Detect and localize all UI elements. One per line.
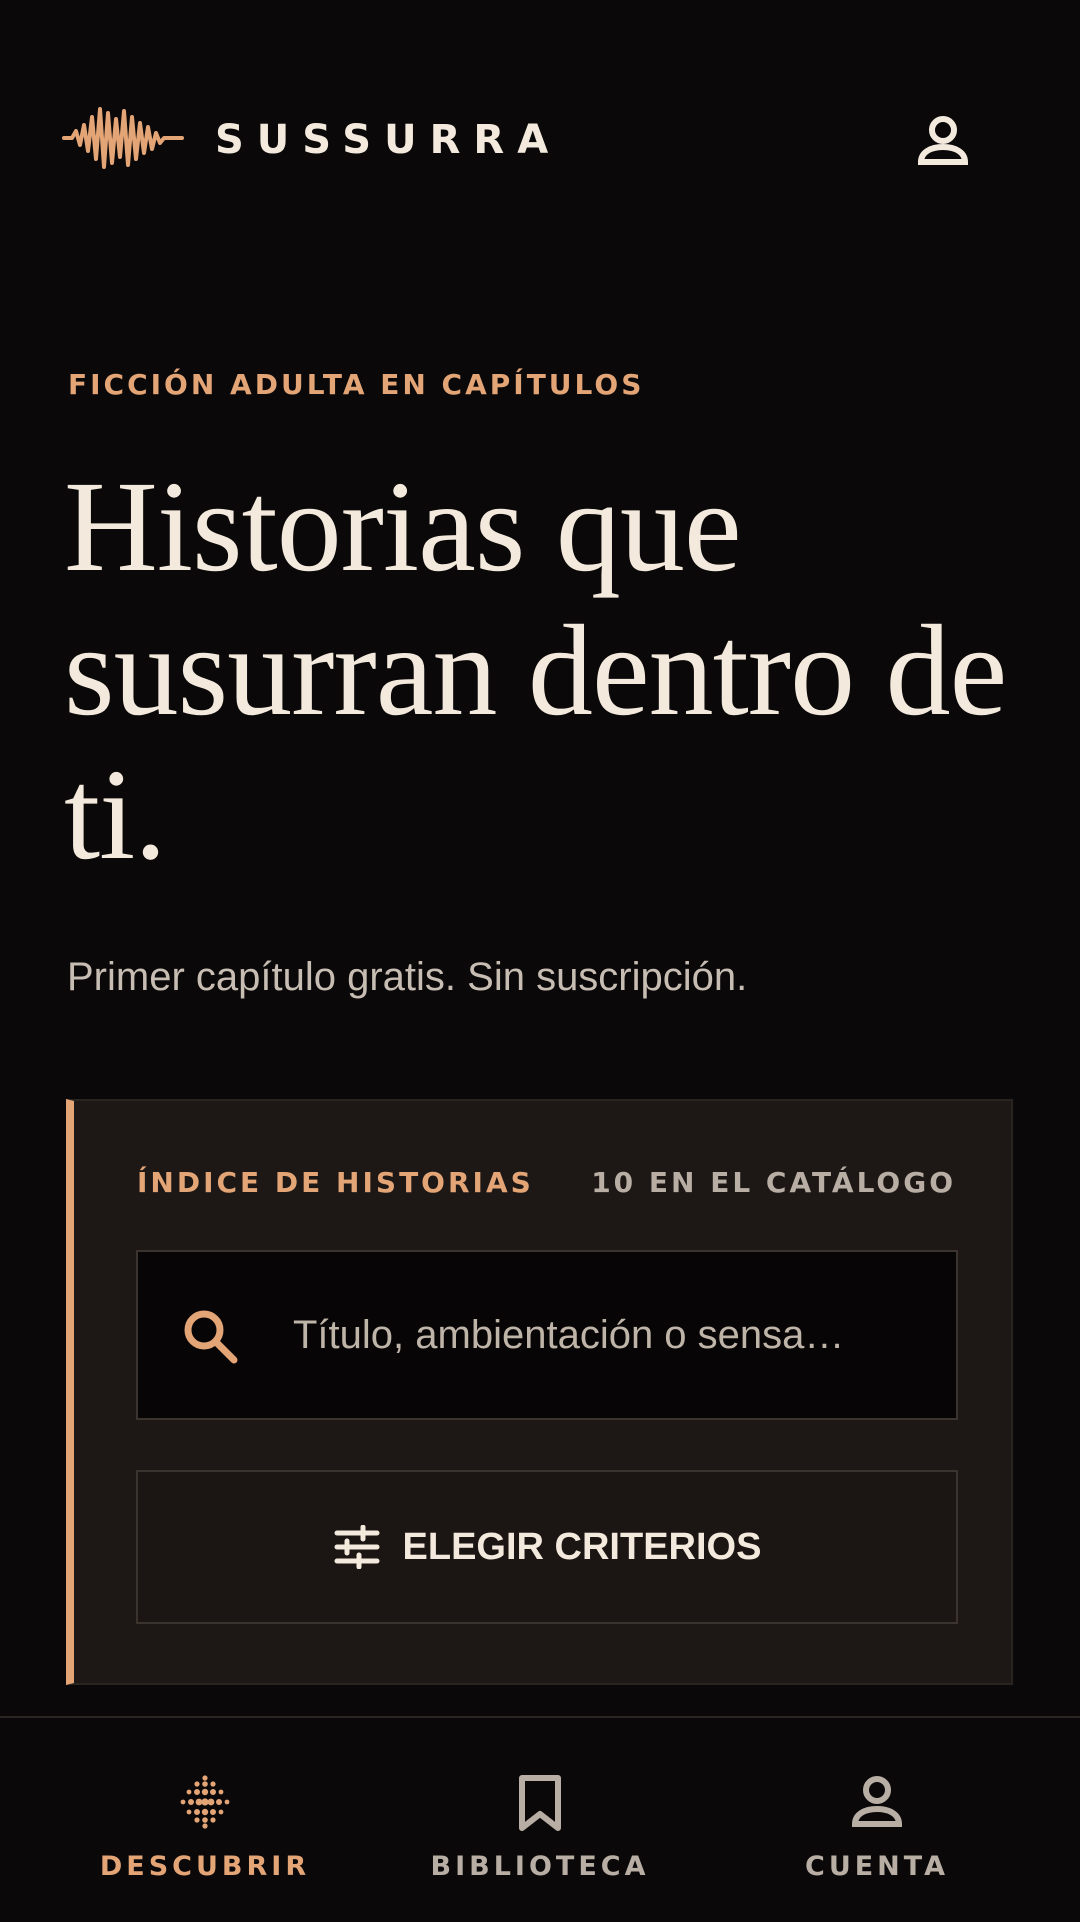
bottom-nav: DESCUBRIR BIBLIOTECA CUENTA: [0, 1716, 1080, 1922]
waveform-icon: [62, 107, 184, 169]
search-input[interactable]: [293, 1252, 933, 1418]
app-header: SUSSURRA: [0, 0, 1080, 280]
hero-eyebrow: FICCIÓN ADULTA EN CAPÍTULOS: [68, 368, 645, 401]
account-button[interactable]: [905, 108, 981, 174]
index-label: ÍNDICE DE HISTORIAS: [137, 1166, 534, 1199]
nav-item-biblioteca[interactable]: BIBLIOTECA: [370, 1718, 710, 1922]
user-icon: [917, 116, 969, 165]
hero-title: Historias que susurran dentro de ti.: [64, 455, 1007, 887]
dot-grid-icon: [180, 1775, 230, 1829]
hero-subtitle: Primer capítulo gratis. Sin suscripción.: [67, 955, 748, 999]
choose-criteria-button[interactable]: ELEGIR CRITERIOS: [136, 1470, 958, 1624]
nav-label-cuenta: CUENTA: [805, 1851, 949, 1882]
sliders-icon: [334, 1525, 380, 1569]
nav-label-biblioteca: BIBLIOTECA: [430, 1851, 650, 1882]
catalog-count: 10 EN EL CATÁLOGO: [591, 1166, 956, 1199]
user-icon: [851, 1776, 903, 1827]
search-icon: [184, 1310, 238, 1364]
bookmark-icon: [519, 1775, 561, 1831]
nav-label-descubrir: DESCUBRIR: [99, 1851, 311, 1882]
story-index-card: ÍNDICE DE HISTORIAS 10 EN EL CATÁLOGO EL…: [66, 1099, 1013, 1685]
nav-item-descubrir[interactable]: DESCUBRIR: [35, 1718, 375, 1922]
brand-name[interactable]: SUSSURRA: [215, 115, 561, 165]
choose-criteria-label: ELEGIR CRITERIOS: [402, 1525, 762, 1568]
nav-item-cuenta[interactable]: CUENTA: [707, 1718, 1047, 1922]
search-box[interactable]: [136, 1250, 958, 1420]
